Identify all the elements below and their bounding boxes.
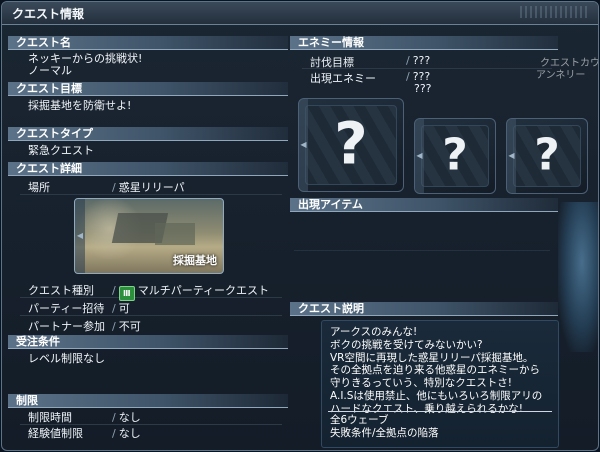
limit-row-exp: 経験値制限 / なし bbox=[20, 424, 282, 440]
target-enemy-value-wrap: /??? bbox=[406, 54, 431, 67]
section-header-items: 出現アイテム bbox=[290, 198, 558, 212]
location-label: 場所 bbox=[28, 181, 50, 194]
time-limit-value: なし bbox=[118, 411, 141, 424]
detail-row-quest-category: クエスト種別 / Ⅲ マルチパーティークエスト bbox=[20, 281, 282, 301]
quest-goal-text: 採掘基地を防衛せよ! bbox=[28, 99, 132, 112]
section-header-quest-detail: クエスト詳細 bbox=[8, 162, 288, 176]
time-limit-label: 制限時間 bbox=[28, 411, 72, 424]
section-header-limits: 制限 bbox=[8, 394, 288, 408]
section-header-quest-goal: クエスト目標 bbox=[8, 82, 288, 96]
description-box: アークスのみんな! ボクの挑戦を受けてみないかい? VR空間に再現した惑星リリー… bbox=[321, 320, 559, 448]
exp-limit-label: 経験値制限 bbox=[28, 427, 83, 440]
thumbnail-caption: 採掘基地 bbox=[173, 254, 217, 267]
detail-row-partner: パートナー参加 / 不可 bbox=[20, 317, 282, 333]
description-line: その全拠点を迫り来る他惑星のエネミーから bbox=[330, 364, 540, 377]
description-footer: 全6ウェーブ 失敗条件/全拠点の陥落 bbox=[330, 414, 439, 440]
party-invite-value-wrap: / 可 bbox=[112, 302, 130, 315]
exp-limit-value: なし bbox=[118, 427, 141, 440]
time-limit-value-wrap: / なし bbox=[112, 411, 141, 424]
target-enemy-value: ??? bbox=[412, 54, 431, 67]
description-line: ボクの挑戦を受けてみないかい? bbox=[330, 338, 483, 351]
enemy-slot-3[interactable]: ◀ ? bbox=[506, 118, 588, 194]
title-decoration bbox=[520, 6, 590, 18]
background-character-art bbox=[558, 202, 598, 352]
limit-row-time: 制限時間 / なし bbox=[20, 408, 282, 425]
section-header-entry-conditions: 受注条件 bbox=[8, 335, 288, 349]
party-invite-value: 可 bbox=[118, 302, 130, 315]
title-bar: クエスト情報 bbox=[2, 2, 598, 25]
enemy-slot-2[interactable]: ◀ ? bbox=[414, 118, 496, 194]
location-thumbnail[interactable]: ◀ 採掘基地 bbox=[74, 198, 224, 274]
detail-row-party-invite: パーティー招待 / 可 bbox=[20, 299, 282, 316]
window-title: クエスト情報 bbox=[12, 7, 85, 21]
divider bbox=[302, 68, 552, 69]
enemy-slot-large[interactable]: ◀ ? bbox=[298, 98, 404, 192]
quest-difficulty: ノーマル bbox=[28, 64, 72, 77]
wave-count: 全6ウェーブ bbox=[330, 414, 389, 426]
party-invite-label: パーティー招待 bbox=[28, 302, 105, 315]
location-value: 惑星リリーパ bbox=[118, 181, 185, 194]
partner-value: 不可 bbox=[118, 320, 141, 333]
fail-condition: 失敗条件/全拠点の陥落 bbox=[330, 427, 439, 439]
quest-category-value: マルチパーティークエスト bbox=[137, 284, 270, 297]
section-header-quest-type: クエストタイプ bbox=[8, 127, 288, 141]
thumbnail-building-2 bbox=[155, 223, 195, 245]
section-header-quest-name: クエスト名 bbox=[8, 36, 288, 50]
description-line: VR空間に再現した惑星リリーパ採掘基地。 bbox=[330, 351, 534, 364]
location-value-wrap: / 惑星リリーパ bbox=[112, 181, 185, 194]
appear-enemy-value-2: ??? bbox=[414, 82, 432, 95]
partner-value-wrap: / 不可 bbox=[112, 320, 141, 333]
partner-label: パートナー参加 bbox=[28, 320, 105, 333]
description-separator bbox=[328, 411, 552, 412]
section-header-enemy-info: エネミー情報 bbox=[290, 36, 558, 50]
description-line: アークスのみんな! bbox=[330, 326, 418, 338]
detail-row-location: 場所 / 惑星リリーパ bbox=[20, 178, 282, 195]
description-line: A.I.Sは使用禁止、他にもいろいろ制限アリの bbox=[330, 389, 543, 402]
section-header-description: クエスト説明 bbox=[290, 302, 558, 316]
quest-type-text: 緊急クエスト bbox=[28, 144, 94, 157]
quest-info-window: クエスト情報 クエスト名 ネッキーからの挑戦状! ノーマル クエスト目標 採掘基… bbox=[1, 1, 599, 451]
description-line: 守りきるっていう、特別なクエストさ! bbox=[330, 377, 512, 390]
unknown-enemy-icon: ? bbox=[534, 129, 560, 181]
unknown-enemy-icon: ? bbox=[334, 109, 368, 178]
exp-limit-value-wrap: / なし bbox=[112, 427, 141, 440]
appear-enemy-label: 出現エネミー bbox=[310, 72, 376, 85]
unknown-enemy-icon: ? bbox=[442, 129, 468, 181]
quest-category-label: クエスト種別 bbox=[28, 284, 94, 297]
items-empty-area bbox=[294, 214, 550, 251]
description-lines: アークスのみんな! ボクの挑戦を受けてみないかい? VR空間に再現した惑星リリー… bbox=[330, 326, 542, 416]
thumbnail-nav-arrow-icon[interactable]: ◀ bbox=[75, 199, 85, 273]
entry-condition-text: レベル制限なし bbox=[28, 352, 105, 365]
